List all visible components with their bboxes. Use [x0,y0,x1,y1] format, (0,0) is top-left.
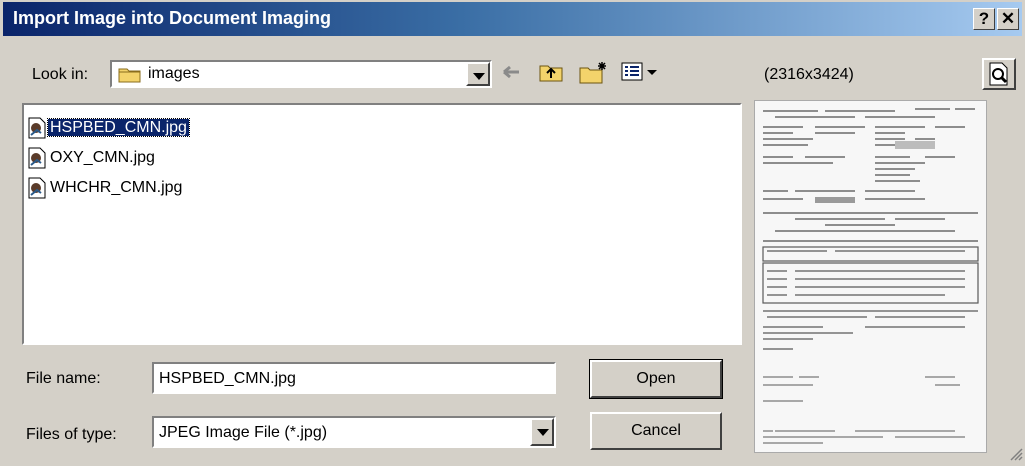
cancel-button[interactable]: Cancel [590,412,722,450]
help-button[interactable]: ? [973,8,995,30]
file-name-value: HSPBED_CMN.jpg [159,370,296,387]
look-in-label: Look in: [32,66,89,83]
look-in-dropdown-arrow[interactable] [466,62,490,86]
look-in-combo[interactable]: images [110,60,492,88]
new-folder-icon[interactable] [578,60,608,86]
image-preview [754,100,987,453]
document-thumbnail [755,101,986,452]
up-one-level-icon[interactable] [538,60,564,86]
jpg-file-icon [28,117,46,139]
back-arrow-icon[interactable] [500,60,524,86]
file-type-combo[interactable]: JPEG Image File (*.jpg) [152,416,556,448]
file-type-value: JPEG Image File (*.jpg) [159,424,328,441]
view-menu-icon[interactable] [620,60,660,86]
file-list-item[interactable]: OXY_CMN.jpg [28,145,157,171]
file-type-label: Files of type: [26,426,117,443]
close-button[interactable]: ✕ [997,8,1019,30]
file-name: WHCHR_CMN.jpg [50,179,183,196]
import-dialog: Import Image into Document Imaging ? ✕ L… [0,0,1025,463]
jpg-file-icon [28,177,46,199]
preview-icon [987,62,1011,91]
file-name-label: File name: [26,370,101,387]
preview-toggle-button[interactable] [982,58,1016,90]
file-type-dropdown-arrow[interactable] [530,418,554,446]
folder-icon [118,65,142,88]
title-bar[interactable]: Import Image into Document Imaging ? ✕ [3,2,1022,36]
preview-dimensions: (2316x3424) [764,66,854,83]
file-name: HSPBED_CMN.jpg [47,118,190,137]
dialog-title: Import Image into Document Imaging [13,8,332,28]
file-list-item[interactable]: WHCHR_CMN.jpg [28,175,184,201]
look-in-value: images [148,65,200,82]
file-name-field[interactable]: HSPBED_CMN.jpg [152,362,556,394]
file-name: OXY_CMN.jpg [50,149,155,166]
file-list[interactable]: HSPBED_CMN.jpg OXY_CMN.jpg WHCHR_CMN.jpg [22,103,742,345]
open-button[interactable]: Open [589,359,723,399]
jpg-file-icon [28,147,46,169]
file-list-item[interactable]: HSPBED_CMN.jpg [28,115,190,141]
